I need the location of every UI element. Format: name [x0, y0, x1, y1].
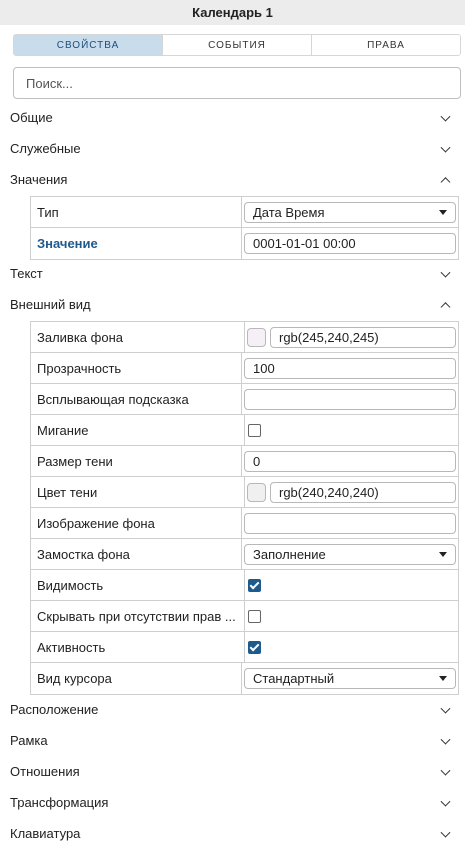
type-select[interactable]: Дата Время: [244, 201, 456, 223]
dropdown-caret-icon: [439, 676, 447, 681]
prop-row-shadow-size: Размер тени 0: [31, 446, 458, 477]
prop-label: Скрывать при отсутствии прав ...: [31, 601, 245, 631]
chevron-up-icon: [440, 301, 451, 312]
section-values-label: Значения: [10, 172, 68, 187]
prop-label: Всплывающая подсказка: [31, 384, 242, 414]
section-text[interactable]: Текст: [0, 258, 465, 289]
cursor-value: Стандартный: [253, 671, 335, 686]
section-appearance-label: Внешний вид: [10, 297, 91, 312]
blink-checkbox[interactable]: [248, 423, 261, 437]
section-keyboard-label: Клавиатура: [10, 826, 81, 841]
prop-label: Заливка фона: [31, 322, 245, 352]
chevron-down-icon: [440, 796, 451, 807]
prop-label: Тип: [31, 197, 242, 227]
section-frame[interactable]: Рамка: [0, 725, 465, 756]
section-layout-label: Расположение: [10, 702, 99, 717]
chevron-down-icon: [440, 267, 451, 278]
prop-row-bg-fill: Заливка фона rgb(245,240,245): [31, 322, 458, 353]
prop-row-tooltip: Всплывающая подсказка: [31, 384, 458, 415]
section-service-label: Служебные: [10, 141, 81, 156]
section-transform[interactable]: Трансформация: [0, 787, 465, 818]
chevron-up-icon: [440, 176, 451, 187]
prop-label: Активность: [31, 632, 245, 662]
shadow-color-field[interactable]: rgb(240,240,240): [270, 481, 456, 503]
prop-row-type: Тип Дата Время: [31, 197, 458, 228]
prop-row-hide-no-rights: Скрывать при отсутствии прав ...: [31, 601, 458, 632]
prop-label: Видимость: [31, 570, 245, 600]
prop-row-visibility: Видимость: [31, 570, 458, 601]
prop-row-shadow-color: Цвет тени rgb(240,240,240): [31, 477, 458, 508]
active-checkbox[interactable]: [248, 640, 261, 654]
section-layout[interactable]: Расположение: [0, 694, 465, 725]
section-transform-label: Трансформация: [10, 795, 109, 810]
section-relations-label: Отношения: [10, 764, 80, 779]
tab-properties[interactable]: СВОЙСТВА: [14, 35, 163, 55]
section-appearance[interactable]: Внешний вид: [0, 289, 465, 320]
bg-fill-field[interactable]: rgb(245,240,245): [270, 326, 456, 348]
dropdown-caret-icon: [439, 551, 447, 557]
prop-row-active: Активность: [31, 632, 458, 663]
prop-row-cursor: Вид курсора Стандартный: [31, 663, 458, 694]
section-general[interactable]: Общие: [0, 102, 465, 133]
section-general-label: Общие: [10, 110, 53, 125]
tab-bar: СВОЙСТВА СОБЫТИЯ ПРАВА: [13, 34, 461, 56]
chevron-down-icon: [440, 111, 451, 122]
prop-row-value: Значение 0001-01-01 00:00: [31, 228, 458, 259]
bg-tiling-value: Заполнение: [253, 546, 326, 562]
section-values[interactable]: Значения: [0, 164, 465, 195]
prop-row-bg-tiling: Замостка фона Заполнение: [31, 539, 458, 570]
prop-label: Вид курсора: [31, 663, 242, 694]
prop-row-blink: Мигание: [31, 415, 458, 446]
bg-tiling-select[interactable]: Заполнение: [244, 543, 456, 565]
section-relations[interactable]: Отношения: [0, 756, 465, 787]
hide-no-rights-checkbox[interactable]: [248, 609, 261, 623]
prop-label: Изображение фона: [31, 508, 242, 538]
prop-label: Размер тени: [31, 446, 242, 476]
tab-events[interactable]: СОБЫТИЯ: [163, 35, 312, 55]
chevron-down-icon: [440, 734, 451, 745]
prop-label: Прозрачность: [31, 353, 242, 383]
bg-image-field[interactable]: [244, 512, 456, 534]
color-swatch[interactable]: [247, 327, 266, 347]
section-text-label: Текст: [10, 266, 43, 281]
shadow-size-field[interactable]: 0: [244, 450, 456, 472]
dropdown-caret-icon: [439, 209, 447, 215]
prop-row-bg-image: Изображение фона: [31, 508, 458, 539]
prop-row-opacity: Прозрачность 100: [31, 353, 458, 384]
window-title: Календарь 1: [0, 0, 465, 25]
chevron-down-icon: [440, 827, 451, 838]
appearance-property-table: Заливка фона rgb(245,240,245) Прозрачнос…: [30, 321, 459, 695]
prop-label: Цвет тени: [31, 477, 245, 507]
tab-rights[interactable]: ПРАВА: [312, 35, 460, 55]
opacity-field[interactable]: 100: [244, 357, 456, 379]
search-input[interactable]: [13, 67, 461, 99]
color-swatch[interactable]: [247, 482, 266, 502]
type-select-value: Дата Время: [253, 204, 325, 220]
prop-label: Значение: [31, 228, 242, 259]
chevron-down-icon: [440, 703, 451, 714]
value-datetime-field[interactable]: 0001-01-01 00:00: [244, 233, 456, 254]
cursor-select[interactable]: Стандартный: [244, 668, 456, 689]
chevron-down-icon: [440, 765, 451, 776]
section-frame-label: Рамка: [10, 733, 48, 748]
tooltip-field[interactable]: [244, 388, 456, 410]
section-service[interactable]: Служебные: [0, 133, 465, 164]
values-property-table: Тип Дата Время Значение 0001-01-01 00:00: [30, 196, 459, 260]
visibility-checkbox[interactable]: [248, 578, 261, 592]
chevron-down-icon: [440, 142, 451, 153]
section-keyboard[interactable]: Клавиатура: [0, 818, 465, 848]
prop-label: Мигание: [31, 415, 245, 445]
prop-label: Замостка фона: [31, 539, 242, 569]
